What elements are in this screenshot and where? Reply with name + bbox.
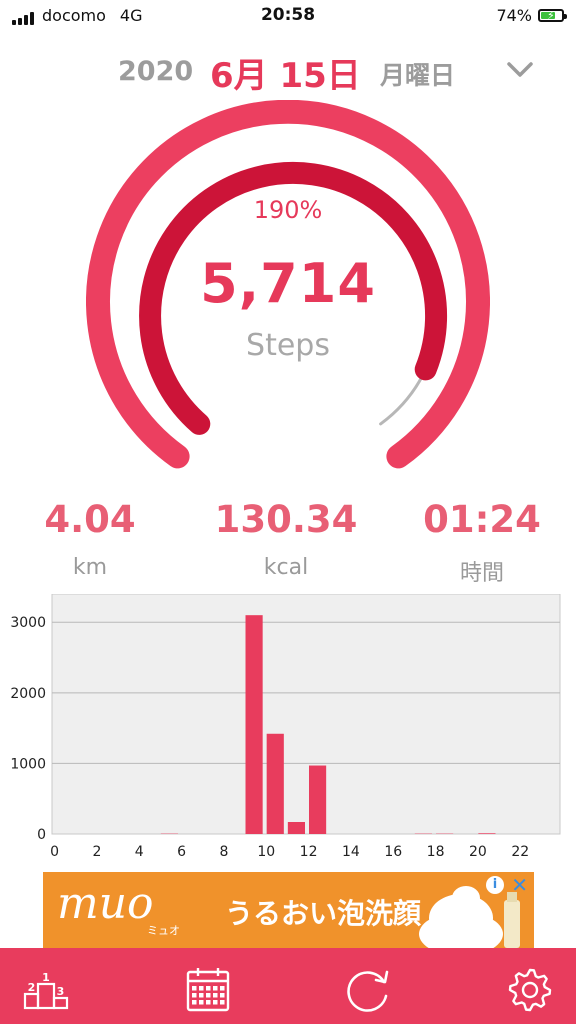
close-icon[interactable]: ✕ xyxy=(511,873,528,897)
battery-info: 74% ⚡ xyxy=(496,6,567,25)
hourly-steps-chart: 0 1000 2000 3000 0 2 4 6 8 10 12 14 16 18 20 22 xyxy=(10,594,561,860)
distance-value: 4.04 xyxy=(44,498,136,541)
battery-icon: ⚡ xyxy=(538,9,567,22)
duration-value: 01:24 xyxy=(423,498,541,541)
chart-bar xyxy=(309,765,327,834)
chart-bar xyxy=(245,615,263,834)
duration-stat: 01:24 時間 xyxy=(392,498,572,587)
chart-x-tick-label: 18 xyxy=(427,844,445,860)
calories-unit: kcal xyxy=(263,555,309,580)
date-weekday: 月曜日 xyxy=(380,61,456,90)
chevron-down-icon[interactable] xyxy=(505,58,535,82)
ad-copy: うるおい泡洗顔 xyxy=(225,897,422,930)
date-header[interactable]: 2020 6月 15日 月曜日 xyxy=(0,48,576,96)
svg-text:1: 1 xyxy=(42,971,50,984)
chart-y-tick-label: 1000 xyxy=(10,756,46,772)
calendar-icon[interactable] xyxy=(184,966,232,1014)
goal-percent: 190% xyxy=(253,196,323,224)
chart-x-tick-label: 2 xyxy=(92,844,101,860)
chart-y-tick-label: 0 xyxy=(37,827,46,843)
chart-y-tick-label: 3000 xyxy=(10,615,46,631)
chart-x-tick-label: 14 xyxy=(342,844,360,860)
svg-text:3: 3 xyxy=(57,985,65,998)
calories-stat: 130.34 kcal xyxy=(196,498,376,580)
bottom-toolbar: 1 2 3 xyxy=(0,948,576,1024)
status-time: 20:58 xyxy=(260,5,316,25)
svg-text:2: 2 xyxy=(28,981,36,994)
steps-label: Steps xyxy=(246,328,330,363)
ad-banner[interactable]: muo ミュオ うるおい泡洗顔 i ✕ xyxy=(43,872,534,948)
chart-y-tick-label: 2000 xyxy=(10,686,46,702)
chart-x-tick-label: 16 xyxy=(384,844,402,860)
chart-bar xyxy=(287,822,305,834)
ad-brand-kana: ミュオ xyxy=(147,924,180,937)
chart-bar xyxy=(266,733,284,834)
date-year: 2020 xyxy=(118,56,194,87)
duration-unit: 時間 xyxy=(459,561,504,586)
date-month-day: 6月 15日 xyxy=(210,56,361,96)
chart-x-tick-label: 6 xyxy=(177,844,186,860)
ad-brand-logo: muo xyxy=(57,878,154,929)
chart-x-tick-label: 8 xyxy=(219,844,228,860)
chart-x-tick-label: 4 xyxy=(135,844,144,860)
chart-x-tick-label: 20 xyxy=(469,844,487,860)
chart-x-tick-label: 22 xyxy=(511,844,529,860)
chart-bar xyxy=(478,833,496,834)
podium-icon[interactable]: 1 2 3 xyxy=(22,966,70,1014)
chart-x-tick-label: 10 xyxy=(257,844,275,860)
calories-value: 130.34 xyxy=(214,498,358,541)
battery-percent: 74% xyxy=(496,6,532,25)
foam-product-icon xyxy=(419,886,520,948)
chart-x-tick-label: 0 xyxy=(50,844,59,860)
distance-unit: km xyxy=(72,555,108,580)
step-count: 5,714 xyxy=(200,252,376,315)
gear-icon[interactable] xyxy=(506,966,554,1014)
distance-stat: 4.04 km xyxy=(0,498,180,580)
chart-plot-area xyxy=(51,594,561,835)
info-icon[interactable]: i xyxy=(486,876,504,894)
chart-x-tick-label: 12 xyxy=(300,844,318,860)
status-bar: docomo 4G 20:58 74% ⚡ xyxy=(0,0,576,34)
refresh-icon[interactable] xyxy=(344,966,392,1014)
